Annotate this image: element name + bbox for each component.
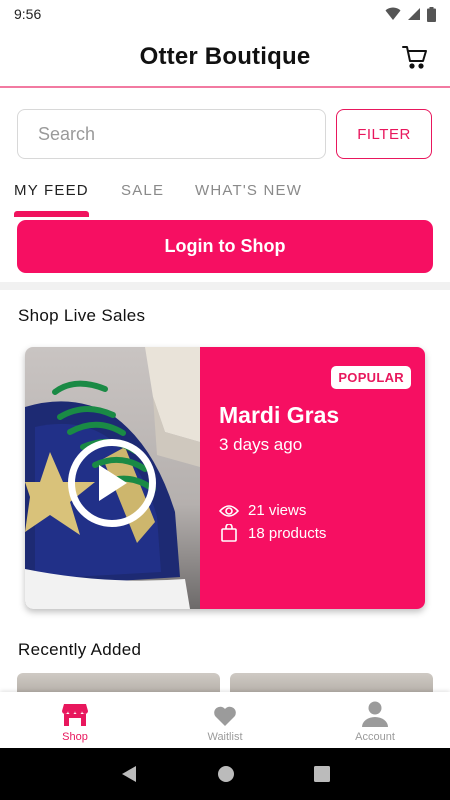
wifi-icon (385, 7, 401, 20)
recently-added-heading: Recently Added (18, 640, 142, 659)
login-to-shop-button[interactable]: Login to Shop (17, 220, 433, 273)
sale-info-panel: POPULAR Mardi Gras 3 days ago 21 views 1… (200, 347, 425, 609)
home-icon[interactable] (217, 765, 235, 783)
status-icons (385, 6, 436, 22)
section-divider (0, 282, 450, 290)
status-time: 9:56 (14, 6, 42, 22)
filter-button[interactable]: FILTER (336, 109, 432, 159)
search-input[interactable] (17, 109, 326, 159)
play-button[interactable] (68, 439, 156, 527)
nav-account-label: Account (355, 731, 395, 743)
bottom-nav: Shop Waitlist Account (0, 692, 450, 748)
nav-shop-label: Shop (62, 731, 88, 743)
sale-time-ago: 3 days ago (219, 435, 303, 454)
views-count: 21 views (248, 502, 307, 519)
status-bar: 9:56 (0, 0, 450, 28)
tab-whats-new[interactable]: WHAT'S NEW (195, 182, 302, 199)
storefront-icon (62, 704, 88, 726)
nav-waitlist-label: Waitlist (207, 731, 243, 743)
eye-icon (219, 504, 239, 517)
live-sales-heading: Shop Live Sales (18, 306, 146, 325)
system-nav-bar (0, 748, 450, 800)
tab-my-feed[interactable]: MY FEED (14, 182, 89, 199)
play-icon (99, 465, 127, 501)
cart-icon (402, 46, 427, 69)
popular-badge: POPULAR (331, 366, 411, 389)
nav-waitlist[interactable]: Waitlist (150, 692, 300, 748)
nav-shop[interactable]: Shop (0, 692, 150, 748)
products-count: 18 products (248, 524, 327, 542)
battery-icon (427, 6, 436, 22)
tab-sale[interactable]: SALE (121, 182, 164, 199)
views-stat: 21 views (219, 502, 306, 519)
recents-icon[interactable] (314, 766, 331, 782)
shopping-bag-icon (221, 524, 237, 542)
cart-button[interactable] (400, 42, 430, 72)
products-stat: 18 products (219, 524, 326, 542)
sale-name: Mardi Gras (219, 402, 340, 428)
live-sale-card[interactable]: POPULAR Mardi Gras 3 days ago 21 views 1… (25, 347, 425, 609)
app-screen: 9:56 Otter Boutique FILTER MY FEED SALE … (0, 0, 450, 800)
back-icon[interactable] (120, 765, 138, 783)
heart-icon (214, 706, 236, 726)
feed-tabs: MY FEED SALE WHAT'S NEW (0, 176, 450, 218)
sale-video-thumbnail[interactable] (25, 347, 200, 609)
nav-account[interactable]: Account (300, 692, 450, 748)
app-title: Otter Boutique (139, 43, 311, 70)
signal-icon (408, 8, 420, 20)
app-header: Otter Boutique (0, 28, 450, 88)
active-tab-indicator (14, 211, 89, 217)
person-icon (362, 701, 388, 727)
